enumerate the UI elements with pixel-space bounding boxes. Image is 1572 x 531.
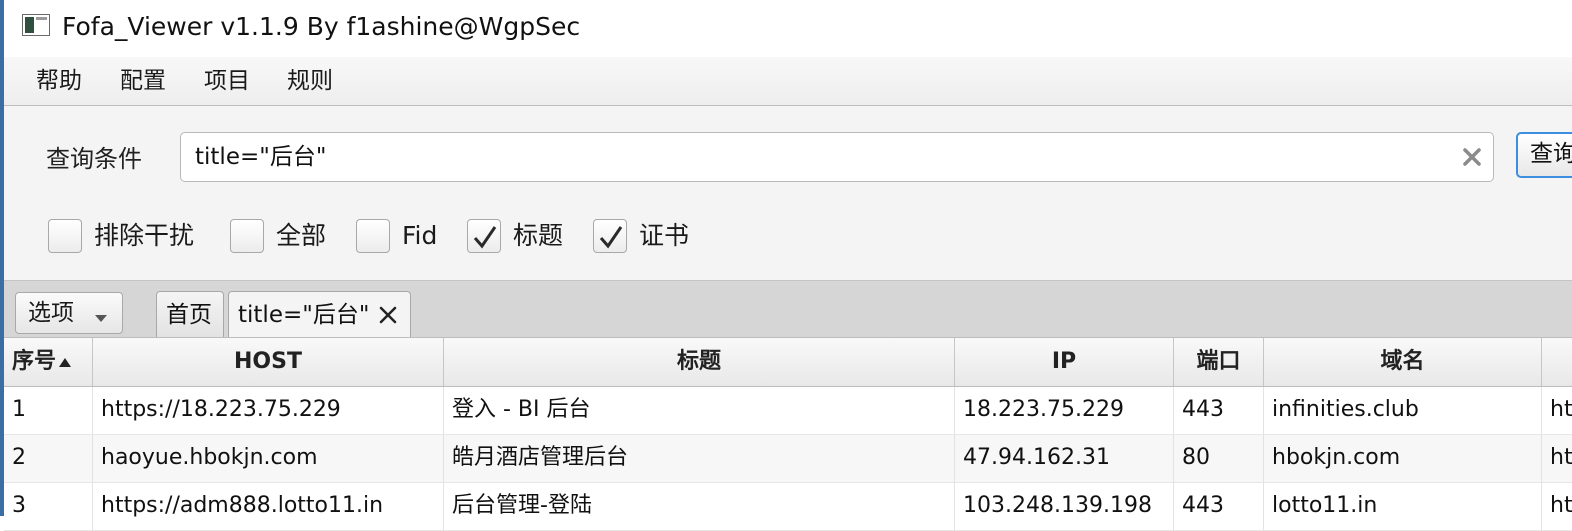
cell-title: 后台管理-登陆: [444, 483, 955, 531]
tab-bar: 选项 首页 title="后台": [4, 280, 1572, 338]
results-table: 序号 HOST 标题 IP 端口 域名 1 https://18.223.75.…: [4, 337, 1572, 531]
query-button[interactable]: 查询: [1516, 132, 1572, 178]
cell-ip: 47.94.162.31: [955, 435, 1174, 483]
checkbox-fid[interactable]: Fid: [356, 216, 437, 256]
window-frame-edge: [0, 0, 4, 516]
checkmark-icon: [599, 226, 623, 249]
options-label: 选项: [28, 300, 74, 326]
checkbox-box[interactable]: [230, 219, 264, 253]
menu-project[interactable]: 项目: [198, 67, 256, 95]
cell-title: 皓月酒店管理后台: [444, 435, 955, 483]
checkbox-box[interactable]: [356, 219, 390, 253]
tab-label: title="后台": [238, 302, 370, 328]
checkbox-label: 全部: [276, 221, 327, 250]
cell-ip: 18.223.75.229: [955, 387, 1174, 435]
menu-rules[interactable]: 规则: [281, 67, 339, 95]
tab-label: 首页: [166, 302, 212, 328]
column-header-domain[interactable]: 域名: [1264, 338, 1542, 386]
tab-home[interactable]: 首页: [156, 291, 224, 338]
checkbox-label: 标题: [513, 221, 564, 250]
query-panel: 查询条件 title="后台" 查询 排除干扰 全部 Fid 标题 证书: [4, 106, 1572, 280]
checkbox-cert[interactable]: 证书: [593, 216, 689, 256]
cell-domain: lotto11.in: [1264, 483, 1542, 531]
cell-port: 443: [1174, 483, 1264, 531]
chevron-down-icon: [94, 309, 108, 328]
checkbox-all[interactable]: 全部: [230, 216, 326, 256]
close-icon[interactable]: [378, 305, 398, 329]
app-icon: [22, 14, 50, 36]
query-input[interactable]: title="后台": [180, 132, 1494, 182]
cell-domain: infinities.club: [1264, 387, 1542, 435]
column-header-index[interactable]: 序号: [4, 338, 93, 386]
checkbox-label: 证书: [639, 221, 690, 250]
sort-ascending-icon: [58, 338, 72, 386]
cell-title: 登入 - BI 后台: [444, 387, 955, 435]
checkbox-label: 排除干扰: [94, 221, 195, 250]
checkbox-exclude-noise[interactable]: 排除干扰: [48, 216, 194, 256]
cell-partial: ht: [1550, 493, 1572, 518]
cell-partial: ht: [1550, 397, 1572, 422]
table-row[interactable]: 2 haoyue.hbokjn.com 皓月酒店管理后台 47.94.162.3…: [4, 435, 1572, 483]
cell-domain: hbokjn.com: [1264, 435, 1542, 483]
cell-index: 1: [4, 387, 93, 435]
cell-port: 443: [1174, 387, 1264, 435]
column-header-ip[interactable]: IP: [955, 338, 1174, 386]
menu-bar: 帮助 配置 项目 规则: [4, 57, 1572, 106]
cell-index: 3: [4, 483, 93, 531]
column-header-partial[interactable]: [1542, 338, 1572, 386]
cell-index: 2: [4, 435, 93, 483]
cell-partial: ht: [1550, 445, 1572, 470]
cell-ip: 103.248.139.198: [955, 483, 1174, 531]
tab-query-result[interactable]: title="后台": [228, 291, 411, 338]
table-row[interactable]: 1 https://18.223.75.229 登入 - BI 后台 18.22…: [4, 387, 1572, 435]
table-header: 序号 HOST 标题 IP 端口 域名: [4, 337, 1572, 387]
cell-host: https://adm888.lotto11.in: [93, 483, 444, 531]
column-header-label: 序号: [12, 349, 57, 374]
column-header-host[interactable]: HOST: [93, 338, 444, 386]
options-dropdown[interactable]: 选项: [15, 292, 123, 334]
menu-help[interactable]: 帮助: [30, 67, 88, 95]
title-bar: Fofa_Viewer v1.1.9 By f1ashine@WgpSec: [4, 0, 1572, 57]
cell-host: haoyue.hbokjn.com: [93, 435, 444, 483]
checkbox-box[interactable]: [593, 219, 627, 253]
window-title: Fofa_Viewer v1.1.9 By f1ashine@WgpSec: [62, 12, 581, 41]
column-header-port[interactable]: 端口: [1174, 338, 1264, 386]
query-input-value[interactable]: title="后台": [195, 143, 326, 171]
query-label: 查询条件: [46, 145, 142, 173]
cell-port: 80: [1174, 435, 1264, 483]
table-row[interactable]: 3 https://adm888.lotto11.in 后台管理-登陆 103.…: [4, 483, 1572, 531]
cell-host: https://18.223.75.229: [93, 387, 444, 435]
checkbox-box[interactable]: [467, 219, 501, 253]
checkbox-box[interactable]: [48, 219, 82, 253]
checkmark-icon: [473, 226, 497, 249]
menu-config[interactable]: 配置: [114, 67, 172, 95]
column-header-title[interactable]: 标题: [444, 338, 955, 386]
clear-icon[interactable]: [1459, 144, 1485, 170]
checkbox-label: Fid: [402, 221, 438, 250]
checkbox-title[interactable]: 标题: [467, 216, 563, 256]
